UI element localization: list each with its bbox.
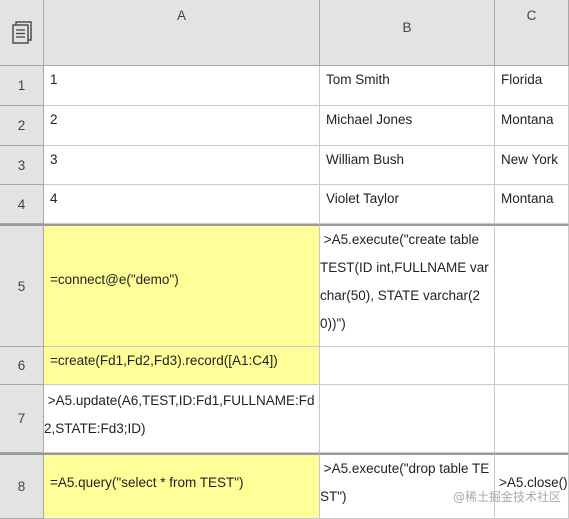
cell-value: =A5.query("select * from TEST") [50,475,244,490]
row-number: 8 [17,479,26,494]
column-header-a[interactable]: A [44,0,320,66]
row-header-6[interactable]: 6 [0,347,44,385]
cell-value: 4 [50,191,58,206]
row-header-8[interactable]: 8 [0,453,44,519]
cell-a2[interactable]: 2 [44,106,320,146]
column-header-b[interactable]: B [320,0,495,66]
cell-value: New York [501,152,559,167]
column-header-label: A [176,8,186,23]
column-header-c[interactable]: C [495,0,569,66]
cell-c6[interactable] [495,347,569,385]
cell-value: =create(Fd1,Fd2,Fd3).record([A1:C4]) [50,353,278,368]
cell-a8[interactable]: =A5.query("select * from TEST") [44,453,320,519]
cell-value: Florida [501,72,543,87]
cell-value: 1 [50,72,58,87]
cell-b2[interactable]: Michael Jones [320,106,495,146]
cell-b3[interactable]: William Bush [320,146,495,185]
select-all-corner[interactable] [0,0,44,66]
cell-b1[interactable]: Tom Smith [320,66,495,106]
cell-b5[interactable]: >A5.execute("create table TEST(ID int,FU… [320,224,495,347]
cell-value: Violet Taylor [326,191,400,206]
cell-value: William Bush [326,152,405,167]
sheet-icon [11,20,32,44]
cell-a3[interactable]: 3 [44,146,320,185]
row-number: 6 [17,358,26,373]
spreadsheet-grid: A B C 1 1 Tom Smith Florida 2 2 Michael … [0,0,569,519]
cell-c2[interactable]: Montana [495,106,569,146]
cell-c4[interactable]: Montana [495,185,569,224]
row-number: 7 [17,411,26,426]
row-number: 1 [17,78,26,93]
column-header-label: B [402,20,412,35]
cell-c1[interactable]: Florida [495,66,569,106]
cell-c5[interactable] [495,224,569,347]
cell-b6[interactable] [320,347,495,385]
cell-value: Montana [501,191,554,206]
row-header-5[interactable]: 5 [0,224,44,347]
cell-value: >A5.update(A6,TEST,ID:Fd1,FULLNAME:Fd2,S… [44,393,315,436]
column-header-label: C [526,8,537,23]
cell-value: >A5.execute("create table TEST(ID int,FU… [320,232,489,331]
cell-value: =connect@e("demo") [50,272,179,287]
cell-a1[interactable]: 1 [44,66,320,106]
row-number: 2 [17,118,26,133]
row-header-2[interactable]: 2 [0,106,44,146]
cell-value: Tom Smith [326,72,390,87]
row-header-4[interactable]: 4 [0,185,44,224]
row-header-7[interactable]: 7 [0,385,44,453]
cell-c7[interactable] [495,385,569,453]
row-header-1[interactable]: 1 [0,66,44,106]
cell-value: Michael Jones [326,112,413,127]
cell-value: 3 [50,152,58,167]
cell-value: 2 [50,112,58,127]
cell-c8[interactable]: >A5.close() [495,453,569,519]
watermark-text: @稀土掘金技术社区 [452,490,561,504]
cell-value: Montana [501,112,554,127]
cell-a5[interactable]: =connect@e("demo") [44,224,320,347]
row-number: 4 [17,196,26,212]
cell-a6[interactable]: =create(Fd1,Fd2,Fd3).record([A1:C4]) [44,347,320,385]
row-header-3[interactable]: 3 [0,146,44,185]
cell-b4[interactable]: Violet Taylor [320,185,495,224]
cell-b7[interactable] [320,385,495,453]
cell-a7[interactable]: >A5.update(A6,TEST,ID:Fd1,FULLNAME:Fd2,S… [44,385,320,453]
cell-c3[interactable]: New York [495,146,569,185]
row-number: 5 [17,278,26,294]
cell-b8[interactable]: >A5.execute("drop table TEST") [320,453,495,519]
cell-a4[interactable]: 4 [44,185,320,224]
row-number: 3 [17,157,26,173]
